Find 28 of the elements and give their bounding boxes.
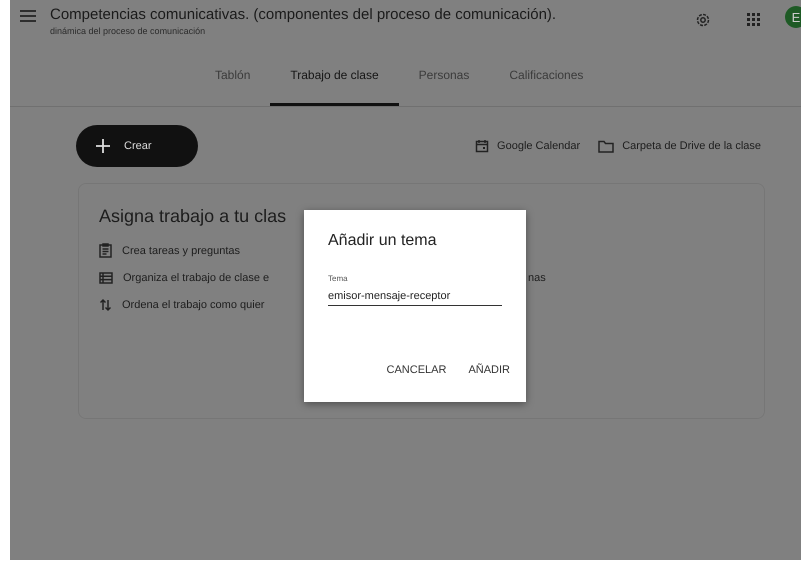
class-title: Competencias comunicativas. (componentes del proceso de comunicación). xyxy=(50,6,558,23)
apps-grid-icon[interactable] xyxy=(747,13,761,27)
toolbar-link[interactable]: Carpeta de Drive de la clase xyxy=(598,139,761,153)
class-subtitle: dinámica del proceso de comunicación xyxy=(50,26,206,36)
toolbar-link[interactable]: Google Calendar xyxy=(475,139,580,153)
tab[interactable]: Trabajo de clase xyxy=(270,46,399,106)
folder-icon xyxy=(598,140,614,152)
tip-text: Crea tareas y preguntas xyxy=(122,244,240,256)
card-heading: Asigna trabajo a tu clas xyxy=(99,206,288,227)
list-icon xyxy=(99,272,113,284)
create-button[interactable]: Crear xyxy=(76,125,198,167)
tab[interactable]: Calificaciones xyxy=(489,46,604,106)
tip-text: Organiza el trabajo de clase e xyxy=(123,272,270,284)
tip-text: Ordena el trabajo como quier xyxy=(122,299,264,311)
calendar-icon xyxy=(475,139,490,153)
tip-text: nas xyxy=(528,272,546,284)
user-avatar[interactable]: E xyxy=(785,6,801,28)
sort-icon xyxy=(99,298,112,312)
clipboard-icon xyxy=(99,243,112,258)
plus-icon xyxy=(96,139,110,153)
dialog-button[interactable]: CANCELAR xyxy=(380,360,452,380)
tab[interactable]: Personas xyxy=(398,46,490,106)
settings-icon[interactable] xyxy=(695,12,711,28)
field-label: Tema xyxy=(328,274,349,283)
menu-icon[interactable] xyxy=(20,10,36,22)
dialog-title: Añadir un tema xyxy=(328,232,438,250)
tab[interactable]: Tablón xyxy=(195,46,270,106)
dialog-button[interactable]: AÑADIR xyxy=(462,360,516,380)
